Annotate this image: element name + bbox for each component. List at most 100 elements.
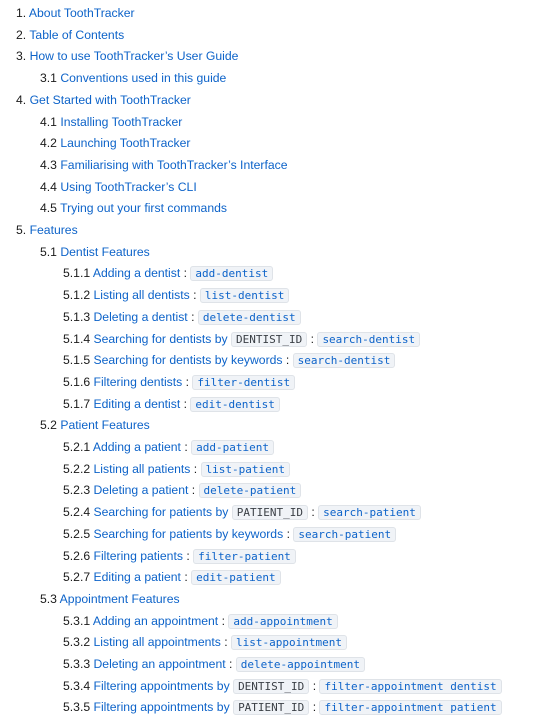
toc-item-command[interactable]: filter-appointment dentist bbox=[319, 678, 502, 694]
toc-item-command[interactable]: filter-patient bbox=[193, 548, 296, 564]
toc-item-link[interactable]: Filtering dentists bbox=[94, 375, 183, 389]
toc-item: 5.3.5 Filtering appointments by PATIENT_… bbox=[63, 697, 502, 717]
toc-item-command[interactable]: list-appointment bbox=[231, 635, 348, 651]
toc-item-separator: : bbox=[229, 657, 233, 671]
toc-item-link[interactable]: Listing all appointments bbox=[94, 635, 221, 649]
toc-item-number: 5.2.6 bbox=[63, 548, 91, 563]
toc-item-command[interactable]: delete-appointment bbox=[235, 657, 366, 672]
toc-item-number: 5.2 bbox=[40, 418, 57, 433]
toc-item-link[interactable]: Installing ToothTracker bbox=[60, 115, 182, 129]
toc-item: 5.2.3 Deleting a patient : delete-patien… bbox=[63, 480, 302, 500]
toc-item-link[interactable]: Adding an appointment bbox=[93, 614, 218, 628]
toc-item-number: 5.2.1 bbox=[63, 440, 91, 454]
toc-item: 5.1.3 Deleting a dentist : delete-dentis… bbox=[63, 307, 301, 327]
toc-item-command[interactable]: filter-dentist bbox=[192, 374, 296, 390]
toc-item-separator: : bbox=[186, 548, 190, 563]
toc-item-number: 4.4 bbox=[40, 179, 57, 194]
toc-item-number: 3.1 bbox=[40, 71, 57, 86]
toc-item-separator: : bbox=[312, 678, 317, 693]
toc-item-command[interactable]: search-dentist bbox=[292, 353, 396, 369]
toc-item-command[interactable]: search-patient bbox=[293, 526, 397, 542]
toc-item-separator: : bbox=[311, 505, 315, 520]
toc-item: 5.2 Patient Features bbox=[40, 415, 150, 435]
toc-item-separator: : bbox=[286, 526, 290, 541]
toc-item-link[interactable]: Features bbox=[30, 223, 78, 237]
toc-item-number: 4.3 bbox=[40, 157, 57, 172]
toc-item-link[interactable]: Table of Contents bbox=[29, 28, 124, 42]
toc-item-number: 4.1 bbox=[40, 114, 57, 129]
toc-item-command[interactable]: delete-dentist bbox=[197, 309, 301, 325]
toc-item: 4. Get Started with ToothTracker bbox=[16, 90, 191, 110]
toc-item-number: 5.2.5 bbox=[63, 526, 91, 541]
toc-item: 5.2.6 Filtering patients : filter-patien… bbox=[63, 546, 296, 566]
toc-item-command[interactable]: list-dentist bbox=[199, 288, 290, 304]
toc-item-link[interactable]: Adding a patient bbox=[93, 440, 181, 454]
toc-item-command[interactable]: add-dentist bbox=[190, 266, 274, 282]
toc-item-command[interactable]: list-patient bbox=[200, 461, 291, 477]
toc-item-command[interactable]: add-appointment bbox=[228, 613, 338, 629]
toc-item-link[interactable]: Patient Features bbox=[60, 418, 149, 432]
toc-item-number: 5.3.2 bbox=[63, 635, 91, 650]
toc-item-command[interactable]: search-dentist bbox=[317, 331, 421, 347]
toc-item-number: 5.1 bbox=[40, 244, 57, 259]
toc-item-link[interactable]: Trying out your first commands bbox=[60, 201, 227, 215]
toc-item-separator: : bbox=[193, 461, 198, 476]
toc-item: 5.1.2 Listing all dentists : list-dentis… bbox=[63, 285, 290, 305]
toc-item-command[interactable]: delete-patient bbox=[198, 483, 302, 499]
toc-item-link[interactable]: Adding a dentist bbox=[93, 266, 180, 280]
toc-item-parameter: PATIENT_ID bbox=[231, 505, 308, 521]
toc-item: 5.2.7 Editing a patient : edit-patient bbox=[63, 567, 281, 587]
toc-item-separator: : bbox=[183, 396, 188, 411]
toc-item-link[interactable]: Appointment Features bbox=[60, 592, 180, 606]
toc-item-link[interactable]: Deleting a patient bbox=[94, 483, 189, 497]
toc-item: 4.1 Installing ToothTracker bbox=[40, 112, 182, 132]
toc-item-separator: : bbox=[191, 483, 196, 498]
toc-item-link[interactable]: Get Started with ToothTracker bbox=[30, 93, 191, 107]
toc-item-parameter: PATIENT_ID bbox=[233, 700, 310, 716]
toc-item-link[interactable]: Searching for dentists by bbox=[94, 332, 228, 346]
toc-item-link[interactable]: Launching ToothTracker bbox=[60, 136, 190, 150]
toc-item-separator: : bbox=[184, 570, 188, 585]
toc-item-link[interactable]: Searching for patients by bbox=[94, 505, 229, 519]
toc-item-parameter: DENTIST_ID bbox=[233, 678, 310, 694]
toc-item: 5. Features bbox=[16, 220, 78, 240]
toc-item-separator: : bbox=[193, 288, 197, 303]
toc-item: 5.3.2 Listing all appointments : list-ap… bbox=[63, 632, 348, 652]
toc-item-link[interactable]: Searching for dentists by keywords bbox=[94, 353, 283, 367]
toc-item-number: 5.3 bbox=[40, 591, 57, 606]
toc-item-link[interactable]: Editing a patient bbox=[94, 570, 181, 584]
toc-item-command[interactable]: edit-patient bbox=[191, 570, 281, 586]
toc-item-link[interactable]: Familiarising with ToothTracker’s Interf… bbox=[60, 158, 287, 172]
toc-item: 4.2 Launching ToothTracker bbox=[40, 133, 190, 153]
toc-item-command[interactable]: add-patient bbox=[191, 440, 274, 455]
toc-item-link[interactable]: Listing all patients bbox=[94, 462, 191, 476]
toc-item-link[interactable]: Dentist Features bbox=[60, 245, 149, 259]
toc-item-link[interactable]: How to use ToothTracker’s User Guide bbox=[30, 49, 239, 63]
toc-item-link[interactable]: Filtering appointments by bbox=[94, 679, 230, 693]
toc-item: 4.3 Familiarising with ToothTracker’s In… bbox=[40, 155, 287, 175]
toc-item-link[interactable]: Filtering patients bbox=[94, 549, 183, 563]
toc-item: 5.3.1 Adding an appointment : add-appoin… bbox=[63, 611, 338, 631]
toc-item-link[interactable]: Listing all dentists bbox=[94, 288, 190, 302]
toc-item: 5.3.4 Filtering appointments by DENTIST_… bbox=[63, 676, 502, 696]
toc-item-link[interactable]: About ToothTracker bbox=[29, 6, 135, 20]
toc-item-number: 5.1.3 bbox=[63, 309, 91, 324]
toc-item-link[interactable]: Conventions used in this guide bbox=[60, 71, 226, 85]
toc-item-link[interactable]: Deleting a dentist bbox=[94, 310, 188, 324]
toc-item-number: 4.5 bbox=[40, 201, 57, 216]
toc-item: 3.1 Conventions used in this guide bbox=[40, 68, 226, 88]
toc-item-number: 5.2.7 bbox=[63, 570, 91, 585]
toc-item-command[interactable]: search-patient bbox=[318, 505, 421, 521]
toc-item-number: 3. bbox=[16, 49, 27, 64]
toc-item-link[interactable]: Using ToothTracker’s CLI bbox=[60, 180, 196, 194]
toc-item: 5.1.7 Editing a dentist : edit-dentist bbox=[63, 394, 280, 414]
toc-item: 5.1.4 Searching for dentists by DENTIST_… bbox=[63, 329, 421, 349]
toc-item-command[interactable]: filter-appointment patient bbox=[319, 700, 502, 716]
toc-item-separator: : bbox=[185, 374, 190, 389]
toc-item-command[interactable]: edit-dentist bbox=[190, 396, 280, 412]
toc-item-link[interactable]: Filtering appointments by bbox=[94, 700, 230, 714]
toc-item-link[interactable]: Searching for patients by keywords bbox=[94, 527, 284, 541]
toc-item-link[interactable]: Editing a dentist bbox=[94, 397, 181, 411]
toc-item: 5.3.3 Deleting an appointment : delete-a… bbox=[63, 654, 366, 674]
toc-item-link[interactable]: Deleting an appointment bbox=[94, 657, 226, 671]
